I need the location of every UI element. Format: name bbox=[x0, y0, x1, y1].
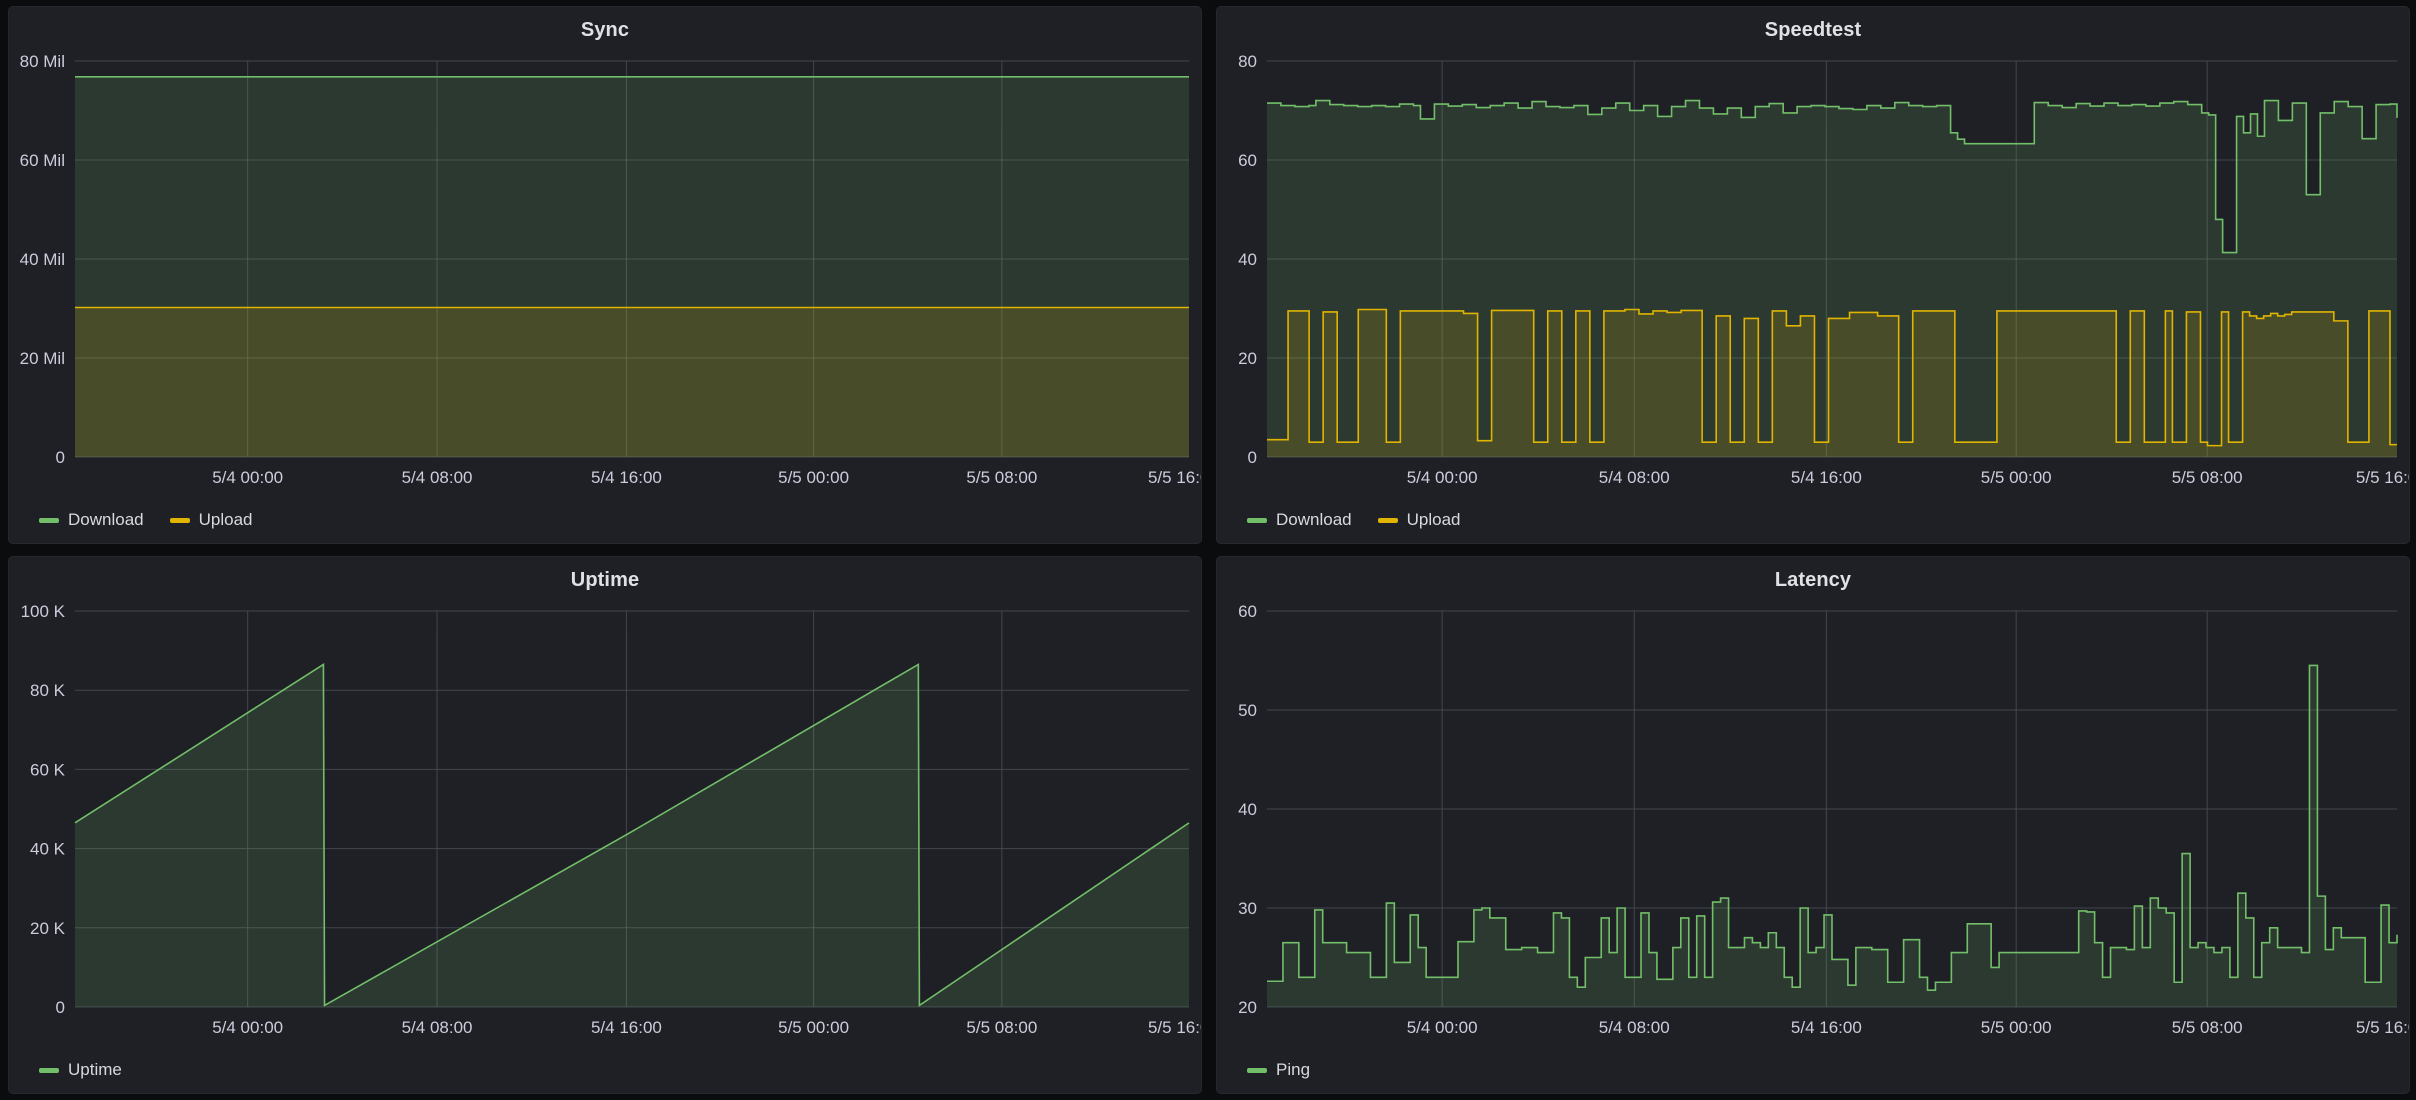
legend-label-uptime: Uptime bbox=[68, 1060, 122, 1079]
panel-title-speedtest: Speedtest bbox=[1764, 19, 1862, 41]
chart-uptime: 100 K 80 K 60 K 40 K 20 K 0 5/4 00:00 5/4 08:00… bbox=[21, 602, 1201, 1037]
panel-title-uptime: Uptime bbox=[570, 569, 640, 591]
svg-text:0: 0 bbox=[56, 448, 65, 467]
svg-text:5/4 16:00: 5/4 16:00 bbox=[591, 468, 662, 487]
panel-title-sync: Sync bbox=[580, 19, 630, 41]
svg-text:5/4 16:00: 5/4 16:00 bbox=[1791, 1018, 1862, 1037]
legend-speedtest: Download Upload bbox=[1217, 497, 2409, 543]
svg-text:0: 0 bbox=[1248, 448, 1257, 467]
plot-area-uptime[interactable]: 100 K 80 K 60 K 40 K 20 K 0 5/4 00:00 5/4 08:00… bbox=[9, 597, 1201, 1047]
legend-sync: Download Upload bbox=[9, 497, 1201, 543]
legend-swatch-ping bbox=[1247, 1067, 1267, 1073]
panel-speedtest[interactable]: Speedtest 80 60 40 20 0 5/4 00:00 5/4 08:00 5/4… bbox=[1216, 6, 2410, 544]
svg-text:20 K: 20 K bbox=[30, 919, 66, 938]
svg-text:5/5 08:00: 5/5 08:00 bbox=[966, 1018, 1037, 1037]
legend-swatch-uptime bbox=[39, 1067, 59, 1073]
legend-item-uptime[interactable]: Uptime bbox=[39, 1060, 122, 1080]
svg-text:5/5 00:00: 5/5 00:00 bbox=[1981, 468, 2052, 487]
plot-area-speedtest[interactable]: 80 60 40 20 0 5/4 00:00 5/4 08:00 5/4 16:00 5/5 … bbox=[1217, 47, 2409, 497]
svg-text:5/4 16:00: 5/4 16:00 bbox=[591, 1018, 662, 1037]
svg-text:30: 30 bbox=[1238, 899, 1257, 918]
svg-text:40 K: 40 K bbox=[30, 840, 66, 859]
svg-text:20: 20 bbox=[1238, 349, 1257, 368]
chart-speedtest: 80 60 40 20 0 5/4 00:00 5/4 08:00 5/4 16:00 5/5 … bbox=[1238, 52, 2409, 487]
svg-text:5/5 08:00: 5/5 08:00 bbox=[2172, 1018, 2243, 1037]
legend-label-download: Download bbox=[1276, 510, 1352, 529]
svg-text:20: 20 bbox=[1238, 998, 1257, 1017]
svg-text:5/5 00:00: 5/5 00:00 bbox=[1981, 1018, 2052, 1037]
svg-text:5/4 00:00: 5/4 00:00 bbox=[212, 1018, 283, 1037]
svg-text:5/4 00:00: 5/4 00:00 bbox=[1407, 1018, 1478, 1037]
panel-sync[interactable]: Sync 80 Mil 60 Mil 40 Mil 20 Mil 0 5/4 00:00 5… bbox=[8, 6, 1202, 544]
panel-latency[interactable]: Latency 60 50 40 30 20 5/4 00:00 5/4 08:00 5/4 … bbox=[1216, 556, 2410, 1094]
grafana-dashboard: Sync 80 Mil 60 Mil 40 Mil 20 Mil 0 5/4 00:00 5… bbox=[0, 0, 2416, 1100]
legend-latency: Ping bbox=[1217, 1047, 2409, 1093]
legend-label-ping: Ping bbox=[1276, 1060, 1311, 1079]
legend-label-download: Download bbox=[68, 510, 144, 529]
svg-text:5/5 00:00: 5/5 00:00 bbox=[778, 468, 849, 487]
svg-text:5/5 16:00: 5/5 16:00 bbox=[1148, 1018, 1201, 1037]
svg-text:60: 60 bbox=[1238, 602, 1257, 621]
legend-swatch-upload bbox=[1377, 517, 1398, 523]
legend-uptime: Uptime bbox=[9, 1047, 1201, 1093]
panel-title-latency: Latency bbox=[1774, 569, 1852, 591]
legend-swatch-download bbox=[39, 517, 59, 523]
svg-text:100 K: 100 K bbox=[21, 602, 66, 621]
svg-text:40: 40 bbox=[1238, 800, 1257, 819]
svg-text:60 K: 60 K bbox=[30, 760, 66, 779]
panel-uptime[interactable]: Uptime 100 K 80 K 60 K 40 K 20 K 0 5/4 00:00 5/… bbox=[8, 556, 1202, 1094]
svg-text:5/4 08:00: 5/4 08:00 bbox=[402, 1018, 473, 1037]
svg-text:80: 80 bbox=[1238, 52, 1257, 71]
svg-text:5/5 08:00: 5/5 08:00 bbox=[2172, 468, 2243, 487]
svg-text:5/5 16:00: 5/5 16:00 bbox=[2356, 468, 2409, 487]
legend-swatch-upload bbox=[169, 517, 190, 523]
legend-label-upload: Upload bbox=[1406, 510, 1461, 529]
svg-text:5/4 08:00: 5/4 08:00 bbox=[402, 468, 473, 487]
svg-text:5/5 16:00: 5/5 16:00 bbox=[2356, 1018, 2409, 1037]
svg-text:40: 40 bbox=[1238, 250, 1257, 269]
svg-text:0: 0 bbox=[56, 998, 65, 1017]
legend-item-ping[interactable]: Ping bbox=[1247, 1060, 1310, 1080]
svg-text:5/5 00:00: 5/5 00:00 bbox=[778, 1018, 849, 1037]
svg-text:5/4 08:00: 5/4 08:00 bbox=[1599, 468, 1670, 487]
plot-area-sync[interactable]: 80 Mil 60 Mil 40 Mil 20 Mil 0 5/4 00:00 5/4 08… bbox=[9, 47, 1201, 497]
svg-text:20 Mil: 20 Mil bbox=[20, 349, 65, 368]
svg-text:5/4 00:00: 5/4 00:00 bbox=[212, 468, 283, 487]
svg-text:40 Mil: 40 Mil bbox=[20, 250, 65, 269]
svg-text:80 K: 80 K bbox=[30, 681, 66, 700]
plot-area-latency[interactable]: 60 50 40 30 20 5/4 00:00 5/4 08:00 5/4 16:00 5/5… bbox=[1217, 597, 2409, 1047]
legend-item-upload[interactable]: Upload bbox=[1377, 510, 1461, 530]
legend-item-download[interactable]: Download bbox=[39, 510, 144, 530]
chart-latency: 60 50 40 30 20 5/4 00:00 5/4 08:00 5/4 16:00 5/5… bbox=[1238, 602, 2409, 1037]
svg-text:5/4 16:00: 5/4 16:00 bbox=[1791, 468, 1862, 487]
legend-item-upload[interactable]: Upload bbox=[169, 510, 253, 530]
svg-text:60 Mil: 60 Mil bbox=[20, 151, 65, 170]
svg-text:5/4 08:00: 5/4 08:00 bbox=[1599, 1018, 1670, 1037]
chart-sync: 80 Mil 60 Mil 40 Mil 20 Mil 0 5/4 00:00 5/4 08… bbox=[20, 52, 1201, 487]
svg-text:80 Mil: 80 Mil bbox=[20, 52, 65, 71]
svg-text:5/4 00:00: 5/4 00:00 bbox=[1407, 468, 1478, 487]
svg-text:60: 60 bbox=[1238, 151, 1257, 170]
svg-text:5/5 16:00: 5/5 16:00 bbox=[1148, 468, 1201, 487]
svg-text:50: 50 bbox=[1238, 701, 1257, 720]
legend-label-upload: Upload bbox=[198, 510, 253, 529]
legend-swatch-download bbox=[1247, 517, 1267, 523]
legend-item-download[interactable]: Download bbox=[1247, 510, 1352, 530]
svg-text:5/5 08:00: 5/5 08:00 bbox=[966, 468, 1037, 487]
